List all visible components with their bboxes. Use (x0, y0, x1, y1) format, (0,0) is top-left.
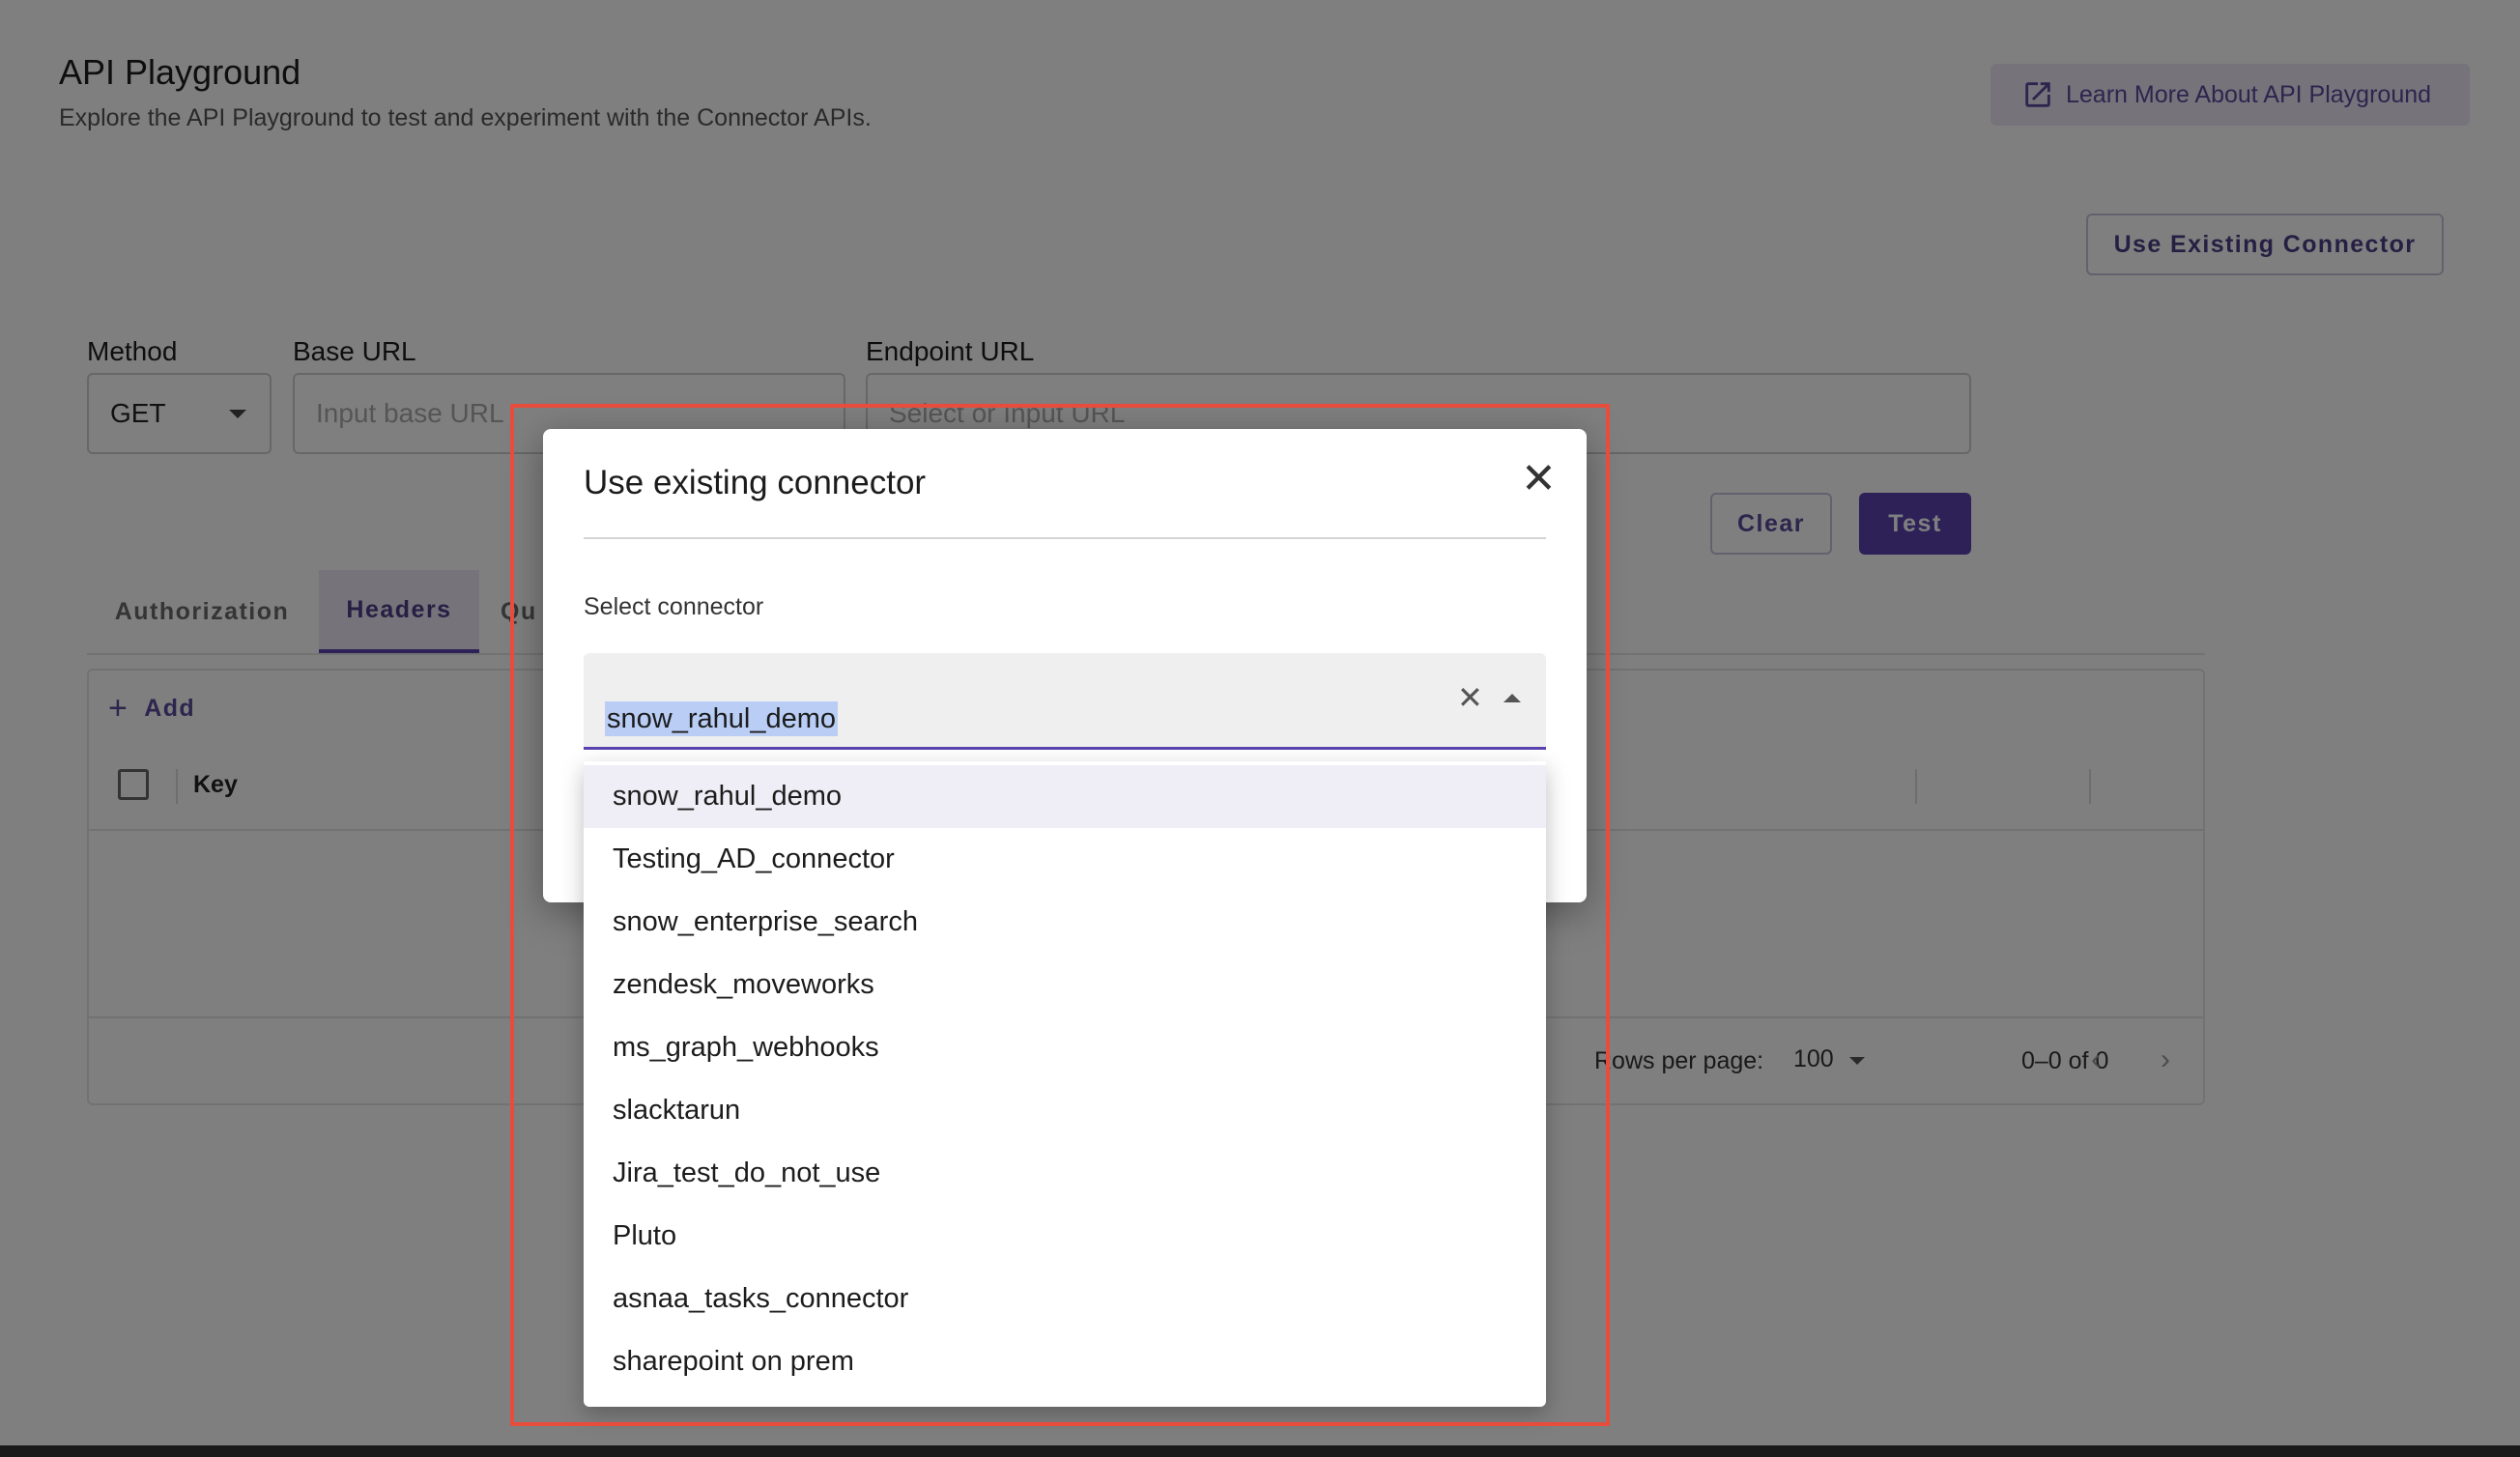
window-bottom-edge (0, 1445, 2520, 1457)
annotation-highlight-frame (510, 404, 1610, 1426)
